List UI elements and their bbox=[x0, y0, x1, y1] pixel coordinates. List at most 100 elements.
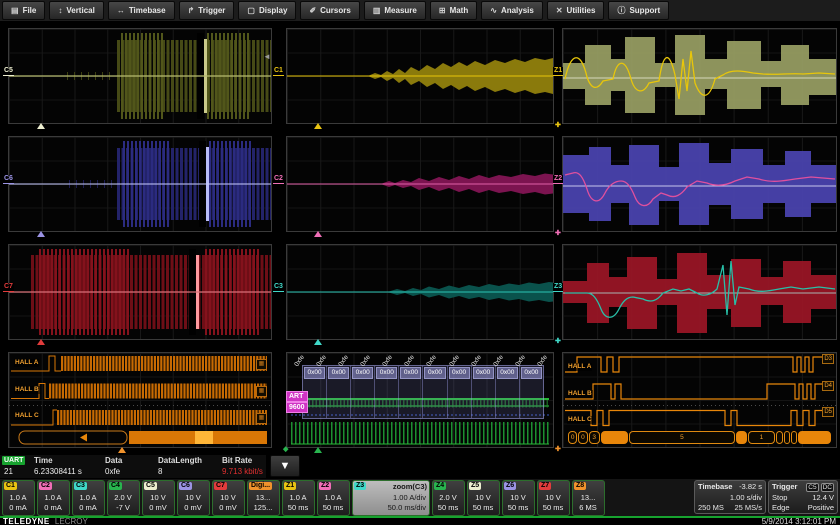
zoom-reference-marker[interactable]: ✚ bbox=[555, 446, 561, 453]
descriptor-C3[interactable]: C31.0 A0 mA bbox=[72, 480, 105, 516]
menu-button-timebase[interactable]: ↔Timebase bbox=[108, 1, 175, 20]
trigger-marker[interactable] bbox=[118, 447, 126, 453]
grid-c7[interactable]: C7 bbox=[8, 244, 272, 340]
descriptor-C1[interactable]: C11.0 A0 mA bbox=[2, 480, 35, 516]
grid-digital-hall-left[interactable]: ▦ ▦ ▦ HALL AHALL BHALL C bbox=[8, 352, 272, 448]
channel-label-c3[interactable]: C3 bbox=[273, 283, 284, 292]
digital-channel-icon[interactable]: ▦ bbox=[256, 413, 267, 424]
row-datalength: 8 bbox=[158, 467, 162, 477]
menu-button-support[interactable]: ⓘSupport bbox=[608, 1, 669, 20]
grid-z1[interactable]: Z1 bbox=[562, 28, 837, 124]
channel-chip: C7 bbox=[214, 482, 227, 490]
trigger-marker[interactable] bbox=[37, 123, 45, 129]
uart-decode-badge[interactable]: ART 9600 bbox=[286, 391, 308, 413]
menu-button-file[interactable]: ▤File bbox=[2, 1, 45, 20]
trigger-marker[interactable] bbox=[314, 447, 322, 453]
grid-uart-decode[interactable]: 0x000x000x000x000x000x000x000x000x000x00… bbox=[286, 352, 554, 448]
descriptor-C5[interactable]: C510 V0 mV bbox=[142, 480, 175, 516]
trigger-marker[interactable] bbox=[314, 339, 322, 345]
channel-label-z1[interactable]: Z1 bbox=[553, 67, 563, 76]
frame-hex-label: 0xfe bbox=[315, 354, 328, 368]
uart-result-table[interactable]: UART Time Data DataLength Bit Rate 21 6.… bbox=[0, 455, 266, 478]
channel-chip: Z4 bbox=[434, 482, 446, 490]
digital-channel-icon[interactable]: ▦ bbox=[256, 386, 267, 397]
descriptor-line1: 1.00 A/div bbox=[353, 493, 428, 502]
waveform-c2 bbox=[287, 137, 553, 231]
support-icon: ⓘ bbox=[617, 5, 625, 16]
menu-button-cursors[interactable]: ✐Cursors bbox=[300, 1, 359, 20]
menu-button-utilities[interactable]: ✕Utilities bbox=[547, 1, 605, 20]
menu-button-measure[interactable]: ▥Measure bbox=[364, 1, 426, 20]
channel-label-c2[interactable]: C2 bbox=[273, 175, 284, 184]
grid-c3[interactable]: C3 bbox=[286, 244, 554, 340]
vertical-icon: ↕ bbox=[58, 6, 62, 15]
decode-frame-columns: 0x000x000x000x000x000x000x000x000x000x00 bbox=[302, 365, 544, 419]
timebase-summary-box[interactable]: Timebase -3.82 s 1.00 s/div 250 MS 25 MS… bbox=[694, 480, 766, 514]
menu-button-math[interactable]: ⊞Math bbox=[430, 1, 477, 20]
descriptor-Z2[interactable]: Z21.0 A50 ms bbox=[317, 480, 350, 516]
trigger-summary-box[interactable]: Trigger C5DC Stop 12.4 V Edge Positive bbox=[768, 480, 838, 514]
decode-byte-value: 0x00 bbox=[400, 367, 421, 379]
decode-frame-column: 0x00 bbox=[472, 366, 496, 418]
menu-button-vertical[interactable]: ↕Vertical bbox=[49, 1, 103, 20]
menu-button-analysis[interactable]: ∿Analysis bbox=[481, 1, 543, 20]
waveform-c3 bbox=[287, 245, 553, 339]
descriptor-C2[interactable]: C21.0 A0 mA bbox=[37, 480, 70, 516]
channel-label-c1[interactable]: C1 bbox=[273, 67, 284, 76]
row-index: 21 bbox=[4, 467, 13, 477]
descriptor-line1: 1.0 A bbox=[73, 493, 103, 502]
waveform-z3 bbox=[563, 245, 836, 339]
zoom-reference-marker[interactable]: ✚ bbox=[555, 338, 561, 345]
descriptor-Z7[interactable]: Z710 V50 ms bbox=[537, 480, 570, 516]
descriptor-C6[interactable]: C610 V0 mV bbox=[177, 480, 210, 516]
menu-button-trigger[interactable]: ↱Trigger bbox=[179, 1, 235, 20]
grid-digital-hall-right[interactable]: 00351 HALL AHALL BHALL CD3D4D5 bbox=[562, 352, 837, 448]
trigger-marker[interactable] bbox=[37, 231, 45, 237]
grid-z3[interactable]: Z3 bbox=[562, 244, 837, 340]
descriptor-line2: 0 mV bbox=[213, 503, 243, 512]
trigger-marker[interactable] bbox=[314, 123, 322, 129]
frame-hex-label: 0xfe bbox=[337, 354, 350, 368]
descriptor-Z6[interactable]: Z610 V50 ms bbox=[502, 480, 535, 516]
channel-label-z2[interactable]: Z2 bbox=[553, 175, 563, 184]
descriptor-Z8[interactable]: Z813...6 MS bbox=[572, 480, 605, 516]
menu-button-display[interactable]: ▢Display bbox=[238, 1, 296, 20]
bus-value-cell bbox=[736, 431, 747, 444]
zoom-reference-marker[interactable]: ✚ bbox=[555, 230, 561, 237]
menu-label: File bbox=[23, 6, 37, 15]
descriptor-Z3[interactable]: Z3zoom(C3)1.00 A/div50.0 ms/div bbox=[352, 480, 430, 516]
decode-reference-marker[interactable]: ◆ bbox=[283, 446, 288, 453]
grid-c5[interactable]: C5 bbox=[8, 28, 272, 124]
grid-c6[interactable]: C6 bbox=[8, 136, 272, 232]
channel-label-c6[interactable]: C6 bbox=[3, 175, 14, 184]
grid-c2[interactable]: C2 bbox=[286, 136, 554, 232]
bus-value-cell bbox=[776, 431, 782, 444]
waveform-digital-left bbox=[9, 353, 271, 447]
descriptor-Z1[interactable]: Z11.0 A50 ms bbox=[282, 480, 315, 516]
grid-z2[interactable]: Z2 bbox=[562, 136, 837, 232]
decode-frame-column: 0x00 bbox=[351, 366, 375, 418]
zoom-reference-marker[interactable]: ✚ bbox=[555, 122, 561, 129]
channel-label-c7[interactable]: C7 bbox=[3, 283, 14, 292]
grid-c1[interactable]: C1 bbox=[286, 28, 554, 124]
descriptor-Z5[interactable]: Z510 V50 ms bbox=[467, 480, 500, 516]
descriptor-C4[interactable]: C42.0 V-7 V bbox=[107, 480, 140, 516]
trigger-marker[interactable] bbox=[314, 231, 322, 237]
descriptor-C7[interactable]: C710 V0 mV bbox=[212, 480, 245, 516]
waveform-area: C5 C1 Z1 bbox=[0, 21, 840, 455]
descriptor-line2: 0 mA bbox=[73, 503, 103, 512]
channel-label-z3[interactable]: Z3 bbox=[553, 283, 563, 292]
channel-label-c5[interactable]: C5 bbox=[3, 67, 14, 76]
brand-lecroy: LECROY bbox=[55, 517, 88, 525]
descriptor-Z4[interactable]: Z42.0 V50 ms bbox=[432, 480, 465, 516]
descriptor-line1: 2.0 V bbox=[108, 493, 138, 502]
digital-channel-icon[interactable]: ▦ bbox=[256, 359, 267, 370]
table-collapse-button[interactable]: ▼ bbox=[270, 455, 300, 477]
descriptor-line2: 50 ms bbox=[468, 503, 498, 512]
oscilloscope-screen: ▤File↕Vertical ↔Timebase↱Trigger▢Display✐… bbox=[0, 0, 840, 525]
col-header-data: Data bbox=[105, 456, 122, 466]
descriptor-Digi...[interactable]: Digi...13...125... bbox=[247, 480, 280, 516]
descriptor-line2: 0 mV bbox=[178, 503, 208, 512]
utilities-icon: ✕ bbox=[556, 6, 563, 15]
trigger-marker[interactable] bbox=[37, 339, 45, 345]
